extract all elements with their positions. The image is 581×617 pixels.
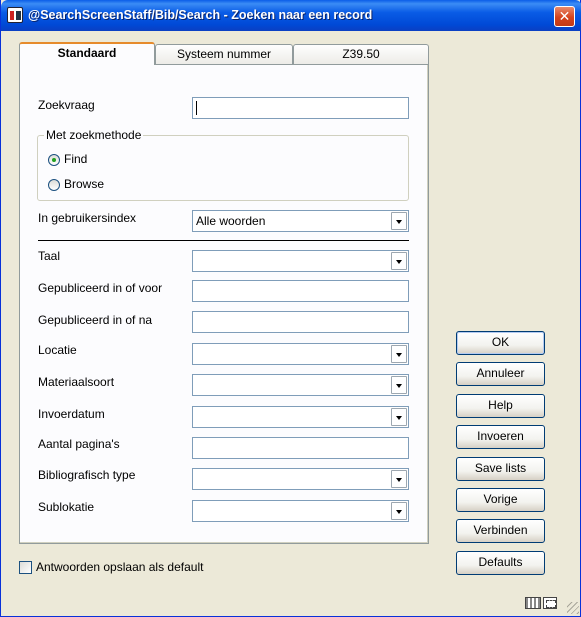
search-dialog: @SearchScreenStaff/Bib/Search - Zoeken n… [0, 0, 581, 617]
locatie-select[interactable] [192, 343, 409, 365]
title-bar[interactable]: @SearchScreenStaff/Bib/Search - Zoeken n… [1, 0, 581, 31]
tab-systeem-nummer[interactable]: Systeem nummer [155, 44, 293, 65]
gebruikersindex-select[interactable]: Alle woorden [192, 210, 409, 232]
aantal-paginas-label: Aantal pagina's [38, 437, 120, 451]
bibliografisch-type-select[interactable] [192, 468, 409, 490]
help-button[interactable]: Help [456, 394, 545, 418]
gepubliceerd-na-input[interactable] [192, 311, 409, 333]
chevron-down-icon[interactable] [391, 376, 407, 394]
gepubliceerd-na-label: Gepubliceerd in of na [38, 313, 153, 327]
tab-z3950[interactable]: Z39.50 [293, 44, 429, 65]
tab-standaard[interactable]: Standaard [19, 42, 155, 65]
invoerdatum-select[interactable] [192, 406, 409, 428]
zoekvraag-label: Zoekvraag [38, 98, 95, 112]
gepubliceerd-voor-input[interactable] [192, 280, 409, 302]
chevron-down-icon[interactable] [391, 252, 407, 270]
save-lists-button[interactable]: Save lists [456, 457, 545, 481]
radio-find[interactable] [48, 154, 60, 166]
sublokatie-select[interactable] [192, 500, 409, 522]
locatie-label: Locatie [38, 343, 77, 357]
chevron-down-icon[interactable] [391, 408, 407, 426]
search-method-legend: Met zoekmethode [44, 128, 144, 142]
chevron-down-icon[interactable] [391, 502, 407, 520]
divider [38, 240, 409, 242]
invoeren-button[interactable]: Invoeren [456, 425, 545, 449]
radio-find-label[interactable]: Find [64, 152, 87, 166]
gebruikersindex-label: In gebruikersindex [38, 211, 137, 225]
zoekvraag-input[interactable] [192, 97, 409, 119]
materiaalsoort-label: Materiaalsoort [38, 375, 115, 389]
sublokatie-label: Sublokatie [38, 500, 95, 514]
radio-browse[interactable] [48, 179, 60, 191]
chevron-down-icon[interactable] [391, 345, 407, 363]
save-default-checkbox[interactable] [19, 561, 32, 574]
chevron-down-icon[interactable] [391, 470, 407, 488]
app-icon [7, 7, 23, 23]
save-default-label[interactable]: Antwoorden opslaan als default [36, 560, 203, 574]
tab-label: Standaard [57, 46, 117, 60]
gepubliceerd-voor-label: Gepubliceerd in of voor [38, 281, 163, 295]
tab-label: Systeem nummer [176, 47, 272, 61]
aantal-paginas-input[interactable] [192, 437, 409, 459]
resize-icon[interactable] [543, 597, 557, 609]
gebruikersindex-value: Alle woorden [196, 214, 266, 228]
close-icon[interactable]: ✕ [554, 6, 575, 27]
defaults-button[interactable]: Defaults [456, 551, 545, 575]
vorige-button[interactable]: Vorige [456, 488, 545, 512]
materiaalsoort-select[interactable] [192, 374, 409, 396]
window-title: @SearchScreenStaff/Bib/Search - Zoeken n… [28, 8, 373, 22]
invoerdatum-label: Invoerdatum [38, 407, 105, 421]
annuleer-button[interactable]: Annuleer [456, 362, 545, 386]
taal-label: Taal [38, 249, 61, 263]
text-caret [196, 101, 197, 115]
keyboard-icon[interactable] [525, 597, 541, 609]
tab-panel-standaard: Zoekvraag Met zoekmethode Find Browse In… [19, 64, 429, 544]
bibliografisch-type-label: Bibliografisch type [38, 468, 136, 482]
tab-label: Z39.50 [342, 47, 380, 61]
ok-button[interactable]: OK [456, 331, 545, 355]
size-grip-icon[interactable] [567, 602, 579, 614]
chevron-down-icon[interactable] [391, 212, 407, 230]
taal-select[interactable] [192, 250, 409, 272]
verbinden-button[interactable]: Verbinden [456, 519, 545, 543]
radio-browse-label[interactable]: Browse [64, 177, 104, 191]
search-method-group: Met zoekmethode Find Browse [37, 128, 409, 201]
